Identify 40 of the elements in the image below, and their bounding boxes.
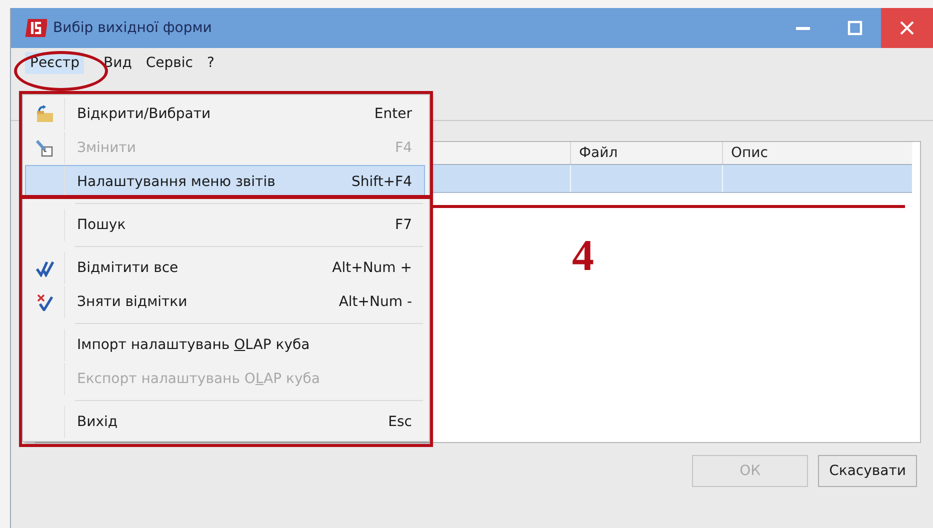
shortcut-label: Enter <box>374 106 413 122</box>
menu-item[interactable]: Вид <box>98 52 137 74</box>
menu-entry-label: Змінити <box>77 140 137 156</box>
menu-entry[interactable]: Зняти відмітки Alt+Num - <box>25 285 425 319</box>
menu-item[interactable]: ? <box>202 52 220 74</box>
menu-entry-label: Експорт налаштувань OLAP куба <box>77 371 321 387</box>
pencil-edit-icon <box>35 139 55 157</box>
app-logo-icon <box>25 18 47 38</box>
column-header[interactable]: Опис <box>722 142 912 164</box>
column-header[interactable]: Файл <box>570 142 722 164</box>
cross-check-icon <box>35 293 55 311</box>
menu-entry-label: Відкрити/Вибрати <box>77 106 212 122</box>
menu-entry-label: Пошук <box>77 217 127 233</box>
cancel-button[interactable]: Скасувати <box>818 455 917 487</box>
shortcut-label: F7 <box>395 217 413 233</box>
close-button[interactable] <box>881 8 933 48</box>
menu-entry[interactable]: Відкрити/Вибрати Enter <box>25 97 425 131</box>
minimize-icon <box>796 26 810 30</box>
shortcut-label: Alt+Num - <box>338 294 413 310</box>
window-title: Вибір вихідної форми <box>53 20 213 36</box>
menu-entry-label: Налаштування меню звітів <box>77 174 276 190</box>
menu-entry[interactable]: Імпорт налаштувань OLAP куба <box>25 328 425 362</box>
double-check-icon <box>35 259 55 277</box>
menu-entry-label: Імпорт налаштувань OLAP куба <box>77 337 311 353</box>
menu-entry-label: Вихід <box>77 414 119 430</box>
menu-entry-label: Зняти відмітки <box>77 294 188 310</box>
shortcut-label: Shift+F4 <box>351 174 413 190</box>
shortcut-label: Esc <box>388 414 413 430</box>
step-number: 4 <box>572 230 594 281</box>
menu-item[interactable]: Реєстр <box>25 52 84 74</box>
menu-entry[interactable]: Пошук F7 <box>25 208 425 242</box>
maximize-icon <box>847 20 863 36</box>
menu-entry-label: Відмітити все <box>77 260 180 276</box>
shortcut-label: F4 <box>395 140 413 156</box>
folder-arrow-icon <box>35 105 55 123</box>
close-icon <box>899 20 915 36</box>
menu-entry[interactable]: Відмітити все Alt+Num + <box>25 251 425 285</box>
shortcut-label: Alt+Num + <box>332 260 413 276</box>
menu-entry[interactable]: Вихід Esc <box>25 405 425 439</box>
menu-item[interactable]: Сервіс <box>140 52 198 74</box>
